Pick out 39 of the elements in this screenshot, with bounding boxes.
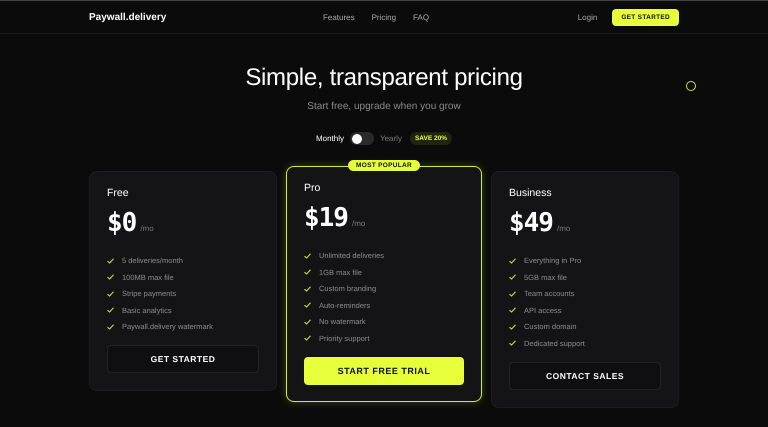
check-icon <box>509 258 516 264</box>
plan-name: Pro <box>304 182 322 194</box>
check-icon <box>304 302 311 308</box>
check-icon <box>304 269 311 275</box>
price-period: /mo <box>140 224 154 233</box>
check-icon <box>304 252 311 258</box>
nav-link[interactable]: Features <box>323 12 355 22</box>
check-icon <box>509 274 516 280</box>
check-icon <box>509 290 516 296</box>
check-icon <box>107 274 114 280</box>
plan-button[interactable]: START FREE TRIAL <box>304 356 464 384</box>
price-period: /mo <box>556 224 570 233</box>
check-icon <box>107 258 114 264</box>
circle-icon <box>686 81 696 91</box>
check-icon <box>509 340 516 346</box>
billing-toggle[interactable] <box>350 132 374 145</box>
check-icon <box>304 335 311 341</box>
plan-button[interactable]: GET STARTED <box>107 345 259 373</box>
nav-link[interactable]: Pricing <box>372 12 396 22</box>
check-icon <box>304 318 311 324</box>
plan-button[interactable]: CONTACT SALES <box>509 362 661 390</box>
subtitle: Start free, upgrade when you grow <box>306 101 462 112</box>
price-period: /mo <box>352 219 366 228</box>
check-icon <box>304 286 311 292</box>
plan-price: $49 <box>509 208 553 238</box>
page-title: Simple, transparent pricing <box>245 64 523 92</box>
plan-price: $0 <box>107 208 136 238</box>
nav-link[interactable]: FAQ <box>413 12 430 22</box>
plan-price: $19 <box>304 203 348 233</box>
check-icon <box>509 307 516 313</box>
yearly-label: Yearly <box>380 134 402 143</box>
plan-name: Business <box>509 187 553 199</box>
check-icon <box>107 307 114 313</box>
login-link[interactable]: Login <box>578 12 598 22</box>
check-icon <box>107 324 114 330</box>
plan-name: Free <box>107 187 130 199</box>
check-icon <box>107 290 114 296</box>
monthly-label: Monthly <box>316 134 344 143</box>
check-icon <box>509 324 516 330</box>
